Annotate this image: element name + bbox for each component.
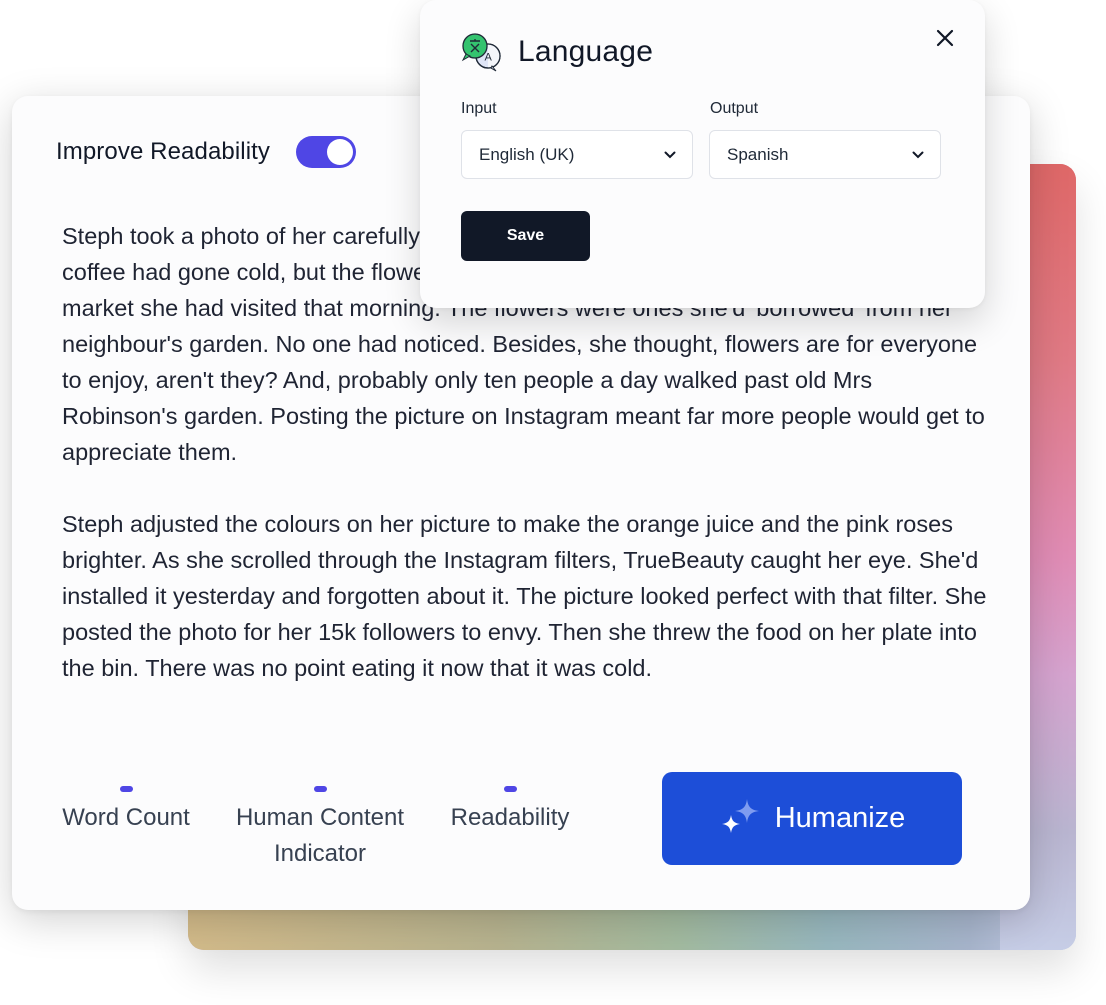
metric-human-content-indicator: Human Content Indicator <box>222 786 418 872</box>
close-button[interactable] <box>929 24 961 52</box>
save-button[interactable]: Save <box>461 211 590 261</box>
humanize-button[interactable]: Humanize <box>662 772 962 865</box>
metric-indicator <box>503 786 517 792</box>
humanize-label: Humanize <box>774 802 906 834</box>
translate-icon: A <box>461 33 501 72</box>
chevron-down-icon <box>912 151 924 158</box>
svg-text:A: A <box>485 52 493 64</box>
close-icon <box>936 29 954 47</box>
modal-title: Language <box>518 35 654 68</box>
readability-label: Improve Readability <box>56 138 270 165</box>
sparkles-icon <box>721 798 759 833</box>
metric-label: Readability <box>450 804 570 831</box>
metric-readability: Readability <box>440 786 580 836</box>
modal-header: A Language <box>460 32 653 72</box>
metric-indicator <box>119 786 133 792</box>
language-modal: A Language Input Output English (UK) Spa… <box>420 0 985 308</box>
readability-toggle[interactable] <box>296 136 356 168</box>
input-language-label: Input <box>461 100 497 117</box>
metric-indicator <box>313 786 327 792</box>
input-language-select[interactable]: English (UK) <box>461 130 693 179</box>
metric-label: Human Content Indicator <box>235 804 405 867</box>
metric-label: Word Count <box>62 804 190 831</box>
select-value: English (UK) <box>479 144 575 164</box>
readability-setting: Improve Readability <box>56 136 356 168</box>
paragraph: Steph adjusted the colours on her pictur… <box>62 511 987 681</box>
output-language-select[interactable]: Spanish <box>709 130 941 179</box>
chevron-down-icon <box>664 151 676 158</box>
output-language-label: Output <box>710 100 759 117</box>
metric-word-count: Word Count <box>56 786 196 836</box>
toggle-knob <box>327 139 353 165</box>
metrics-row: Word Count Human Content Indicator Reada… <box>12 786 652 886</box>
select-value: Spanish <box>727 144 789 164</box>
